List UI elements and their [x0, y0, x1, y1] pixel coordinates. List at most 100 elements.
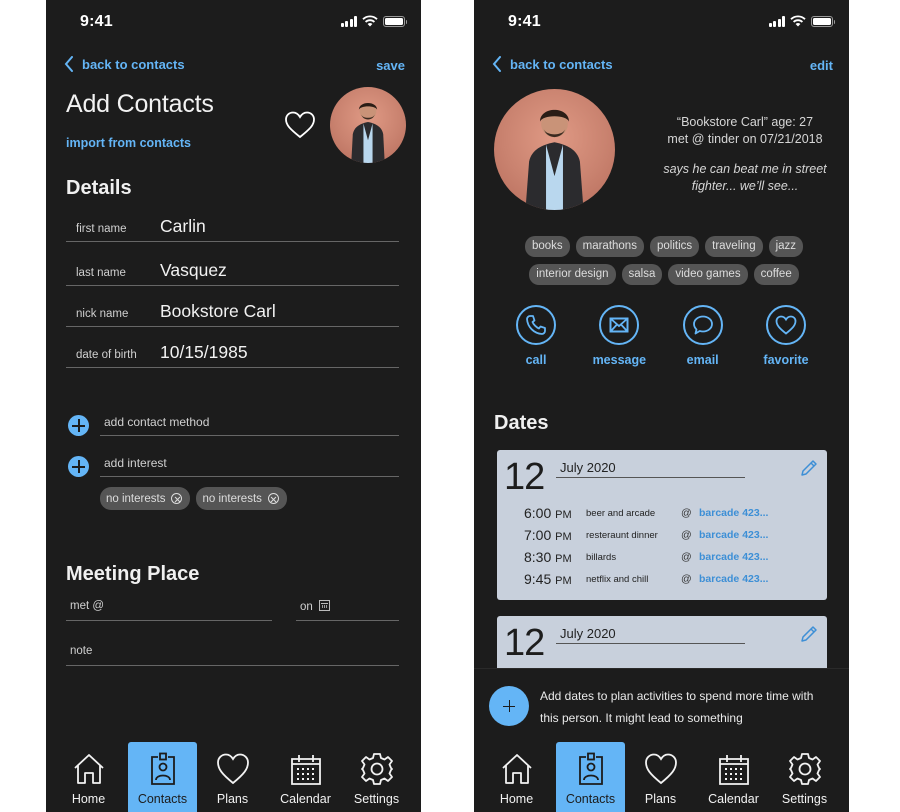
save-button[interactable]: save	[376, 58, 405, 73]
remove-chip-icon[interactable]	[267, 493, 279, 504]
back-to-contacts-button[interactable]: back to contacts	[492, 56, 613, 72]
favorite-button[interactable]: favorite	[746, 305, 826, 367]
remove-chip-icon[interactable]	[171, 493, 183, 504]
field-label: last name	[76, 267, 126, 279]
at-symbol: @	[681, 573, 692, 585]
person-photo-icon	[351, 102, 385, 163]
field-value[interactable]: Vasquez	[160, 260, 227, 281]
tab-plans[interactable]: Plans	[198, 742, 267, 812]
met-on-date-input[interactable]: on	[296, 597, 399, 621]
date-card[interactable]: 12 July 2020 6:00 PM beer and arcade @ b…	[497, 450, 827, 600]
tab-calendar[interactable]: Calendar	[699, 742, 768, 812]
pencil-icon[interactable]	[799, 458, 819, 478]
event-time: 6:00 PM	[524, 505, 572, 521]
field-value[interactable]: Bookstore Carl	[160, 301, 276, 322]
dates-section-title: Dates	[494, 412, 549, 434]
interest-tag: books	[524, 236, 570, 257]
event-time: 8:30 PM	[524, 549, 572, 565]
cellular-signal-icon	[340, 15, 357, 27]
tab-contacts[interactable]: Contacts	[128, 742, 197, 812]
interest-tag: interior design	[529, 264, 616, 285]
interest-tag: politics	[649, 236, 700, 257]
contact-photo[interactable]	[330, 87, 406, 163]
status-bar: 9:41	[46, 0, 421, 44]
heart-outline-icon[interactable]	[284, 110, 316, 140]
tab-home[interactable]: Home	[482, 742, 551, 812]
interest-tag: jazz	[768, 236, 804, 257]
event-description: billards	[586, 552, 617, 563]
calendar-icon[interactable]	[318, 600, 330, 611]
tab-settings[interactable]: Settings	[770, 742, 839, 812]
field-value[interactable]: 10/15/1985	[160, 342, 248, 363]
met-at-input[interactable]: met @	[66, 597, 272, 621]
gear-icon	[788, 753, 821, 785]
event-location-link[interactable]: barcade 423...	[699, 551, 768, 563]
tab-calendar[interactable]: Calendar	[271, 742, 340, 812]
interest-tags-row-2: interior design salsa video games coffee	[514, 264, 814, 285]
tab-settings[interactable]: Settings	[342, 742, 411, 812]
event-description: beer and arcade	[586, 508, 656, 519]
at-symbol: @	[681, 551, 692, 563]
add-date-panel: Add dates to plan activities to spend mo…	[474, 668, 849, 742]
add-contact-method-row: add contact method	[68, 412, 399, 436]
chevron-left-icon	[492, 56, 501, 72]
edit-button[interactable]: edit	[810, 58, 833, 73]
contact-detail-screen: 9:41 back to contacts edit “Bookstore Ca…	[474, 0, 849, 812]
add-date-button[interactable]	[489, 686, 529, 726]
event-row[interactable]: 7:00 PM resteraunt dinner @ barcade 423.…	[524, 527, 824, 549]
event-location-link[interactable]: barcade 423...	[699, 573, 768, 585]
heart-icon	[216, 753, 249, 785]
status-time: 9:41	[508, 13, 541, 30]
first-name-field[interactable]: first name Carlin	[66, 212, 399, 242]
last-name-field[interactable]: last name Vasquez	[66, 256, 399, 286]
tab-label: Settings	[353, 792, 400, 806]
action-label: message	[592, 353, 647, 367]
email-button[interactable]: email	[663, 305, 743, 367]
add-contact-method-button[interactable]	[68, 415, 89, 436]
event-row[interactable]: 6:00 PM beer and arcade @ barcade 423...	[524, 505, 824, 527]
add-interest-input[interactable]: add interest	[100, 453, 399, 477]
event-location-link[interactable]: barcade 423...	[699, 529, 768, 541]
envelope-icon	[609, 317, 629, 333]
contact-actions: call message email favorite	[510, 305, 826, 367]
call-button[interactable]: call	[496, 305, 576, 367]
nick-name-field[interactable]: nick name Bookstore Carl	[66, 297, 399, 327]
event-location-link[interactable]: barcade 423...	[699, 507, 768, 519]
back-label: back to contacts	[82, 56, 185, 72]
back-to-contacts-button[interactable]: back to contacts	[64, 56, 185, 72]
home-icon	[73, 754, 104, 784]
add-contact-screen: 9:41 back to contacts save Add Contacts …	[46, 0, 421, 812]
add-interest-button[interactable]	[68, 456, 89, 477]
event-row[interactable]: 9:45 PM netflix and chill @ barcade 423.…	[524, 571, 824, 593]
tab-bar: Home Contacts Plans Calendar Settings	[46, 742, 421, 812]
at-symbol: @	[681, 507, 692, 519]
tab-label: Calendar	[280, 792, 331, 806]
import-from-contacts-link[interactable]: import from contacts	[66, 136, 191, 150]
tab-home[interactable]: Home	[54, 742, 123, 812]
date-of-birth-field[interactable]: date of birth 10/15/1985	[66, 338, 399, 368]
at-symbol: @	[681, 529, 692, 541]
add-contact-method-input[interactable]: add contact method	[100, 412, 399, 436]
profile-summary: “Bookstore Carl” age: 27 met @ tinder on…	[660, 114, 830, 148]
note-input[interactable]: note	[66, 642, 399, 666]
field-value[interactable]: Carlin	[160, 216, 206, 237]
date-month: July 2020	[556, 460, 745, 478]
tab-plans[interactable]: Plans	[626, 742, 695, 812]
contact-badge-icon	[578, 752, 603, 785]
pencil-icon[interactable]	[799, 624, 819, 644]
interest-tag: salsa	[621, 264, 663, 285]
home-icon	[501, 754, 532, 784]
battery-icon	[383, 15, 407, 27]
event-description: netflix and chill	[586, 574, 649, 585]
tab-label: Contacts	[565, 792, 616, 806]
message-button[interactable]: message	[579, 305, 659, 367]
nickname-age: “Bookstore Carl” age: 27	[676, 115, 814, 129]
tab-label: Plans	[216, 792, 249, 806]
meeting-place-section-title: Meeting Place	[66, 563, 200, 585]
interest-chip: no interests	[100, 487, 191, 510]
gear-icon	[360, 753, 393, 785]
event-row[interactable]: 8:30 PM billards @ barcade 423...	[524, 549, 824, 571]
interest-chips: no interests no interests	[100, 487, 287, 510]
profile-note: says he can beat me in street fighter...…	[663, 162, 827, 193]
tab-contacts[interactable]: Contacts	[556, 742, 625, 812]
